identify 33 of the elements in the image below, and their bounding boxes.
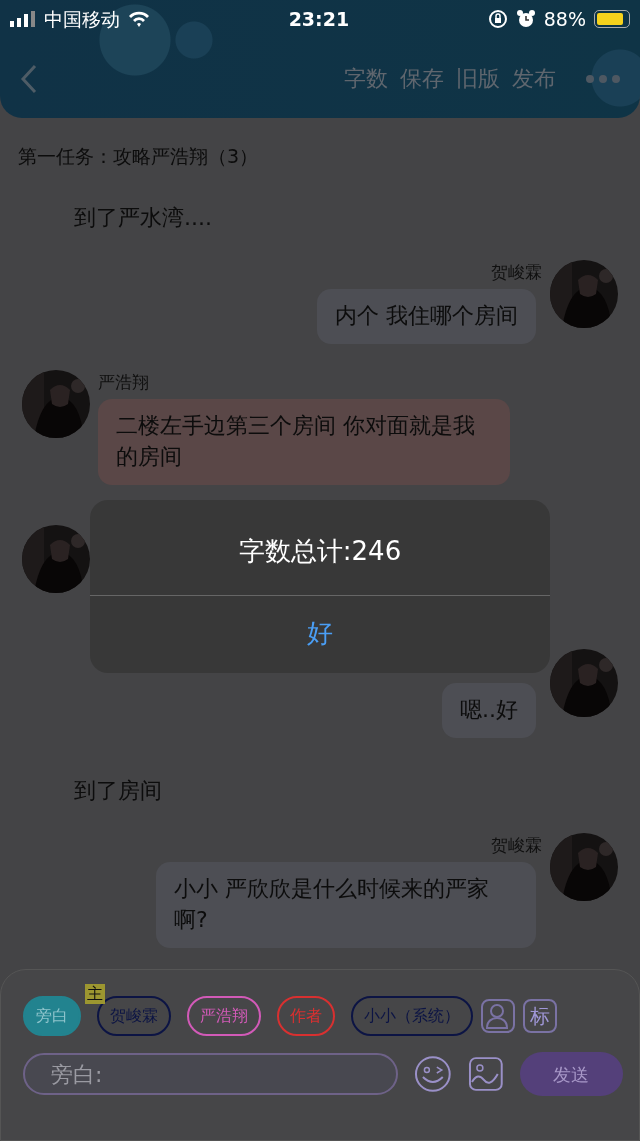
role-chip[interactable]: 小小（系统） (351, 996, 473, 1036)
message-bubble: 内个 我住哪个房间 (317, 289, 536, 344)
signal-icon (10, 11, 36, 27)
emoji-icon[interactable] (414, 1055, 453, 1093)
contact-card-button[interactable] (481, 999, 515, 1033)
wifi-icon (128, 11, 150, 27)
narration-text: 到了严水湾.... (74, 203, 213, 232)
ok-button[interactable]: 好 (90, 595, 550, 673)
send-button[interactable]: 发送 (519, 1052, 623, 1096)
message-bubble: 二楼左手边第三个房间 你对面就是我的房间 (98, 399, 510, 485)
image-icon[interactable] (468, 1056, 504, 1092)
alarm-icon (515, 9, 536, 29)
carrier-name: 中国移动 (44, 6, 120, 32)
role-chip[interactable]: 旁白 (23, 996, 81, 1036)
header-action[interactable]: 发布 (506, 62, 562, 95)
message-bubble: 小小 严欣欣是什么时候来的严家啊? (156, 862, 536, 948)
narration-text: 到了房间 (74, 776, 163, 805)
role-chip[interactable]: 严浩翔 (187, 996, 261, 1036)
header-action[interactable]: 保存 (394, 62, 450, 95)
back-icon[interactable] (20, 63, 38, 94)
rotation-lock-icon (487, 9, 508, 29)
alert-message: 字数总计:246 (237, 535, 403, 568)
header-action[interactable]: 旧版 (450, 62, 506, 95)
header-action[interactable]: 字数 (338, 62, 394, 95)
battery-percent: 88% (543, 6, 586, 32)
role-badge: 主 (85, 984, 105, 1004)
chapter-title: 第一任务：攻略严浩翔（3） (18, 144, 260, 169)
role-chip[interactable]: 作者 (277, 996, 335, 1036)
message-bubble: 嗯..好 (442, 682, 536, 738)
tag-button[interactable]: 标 (523, 999, 557, 1033)
message-input[interactable]: 旁白: (23, 1053, 399, 1095)
status-time: 23:21 (288, 6, 350, 32)
more-icon[interactable] (586, 74, 620, 83)
